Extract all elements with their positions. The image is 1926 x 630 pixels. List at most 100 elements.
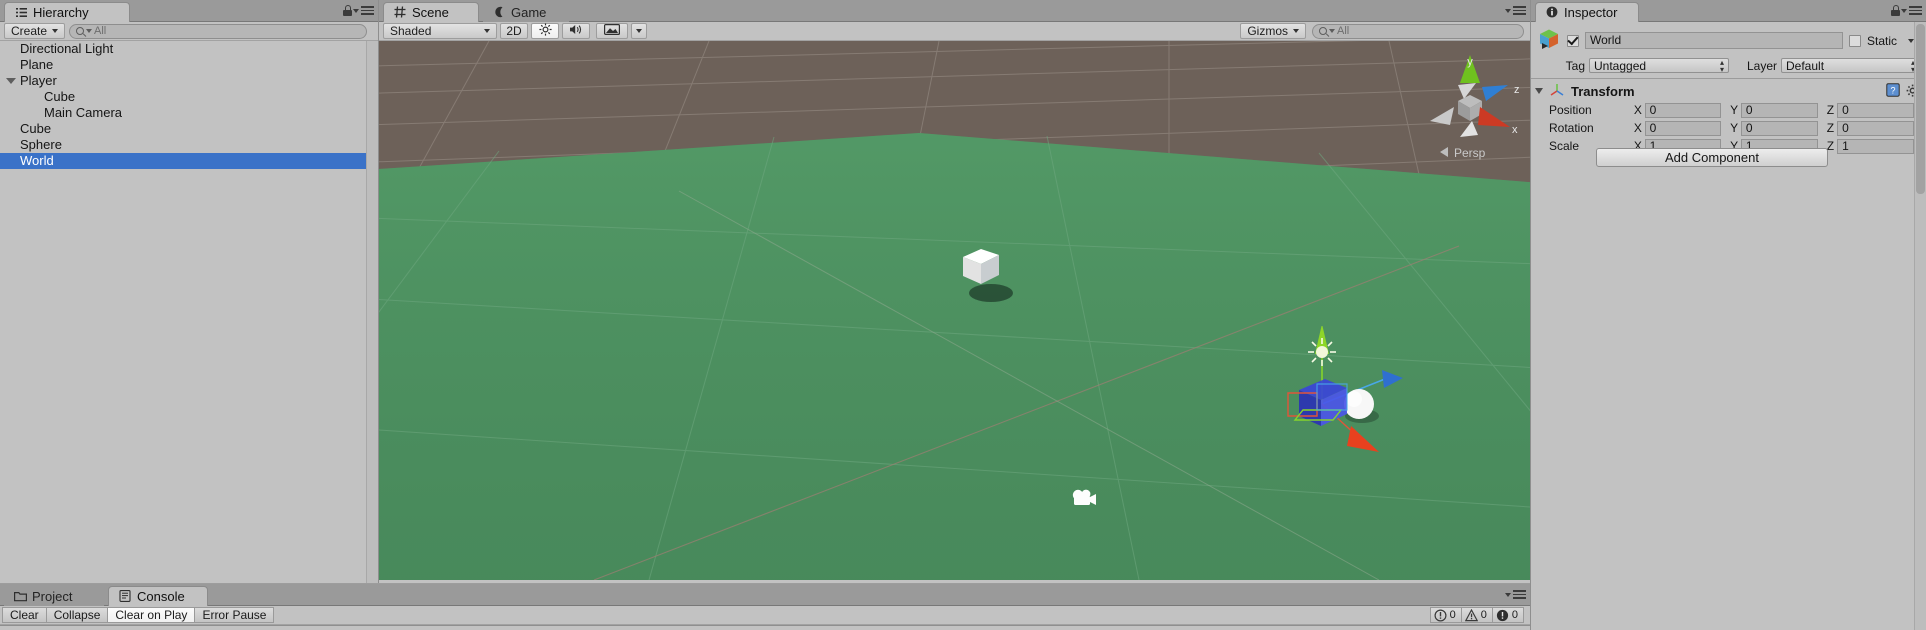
static-checkbox[interactable] — [1848, 34, 1861, 47]
tag-dropdown[interactable]: Untagged ▴ ▾ — [1589, 58, 1729, 73]
scene-inspector-splitter[interactable] — [1530, 0, 1531, 630]
hierarchy-item-cube[interactable]: Cube — [0, 89, 366, 105]
axis-label-z: z — [1514, 84, 1520, 96]
transform-axis-icon — [1549, 82, 1565, 101]
transform-scale-z-input[interactable]: 1 — [1837, 138, 1914, 154]
main-camera-gizmo[interactable] — [1069, 486, 1103, 512]
hierarchy-item-sphere[interactable]: Sphere — [0, 137, 366, 153]
console-error-pause-button[interactable]: Error Pause — [194, 607, 275, 623]
hierarchy-item-player[interactable]: Player — [0, 73, 366, 89]
tab-hierarchy-label: Hierarchy — [33, 5, 89, 20]
updown-chevron-icon: ▴ ▾ — [1719, 57, 1724, 74]
triangle-down-icon[interactable] — [1535, 88, 1543, 94]
scene-audio-toggle[interactable] — [562, 23, 590, 39]
chevron-down-icon — [484, 29, 490, 33]
inspector-panel: Inspector World Static Tag Untagged ▴ ▾ … — [1531, 0, 1926, 630]
console-collapse-button[interactable]: Collapse — [45, 607, 108, 623]
tab-project[interactable]: Project — [4, 586, 104, 606]
hierarchy-scene-splitter[interactable] — [378, 0, 379, 583]
gizmos-dropdown[interactable]: Gizmos — [1240, 23, 1306, 39]
transform-rotation-z-input[interactable]: 0 — [1837, 120, 1914, 136]
axis-label-x: x — [1512, 124, 1518, 136]
scene-fx-toggle[interactable] — [596, 23, 628, 39]
console-counter-warning-triangle[interactable]: 0 — [1460, 607, 1492, 623]
transform-position-z-input[interactable]: 0 — [1837, 102, 1914, 118]
search-filter-chevron-icon — [1329, 29, 1335, 33]
hierarchy-item-label: Player — [20, 73, 57, 88]
tag-layer-row: Tag Untagged ▴ ▾ Layer Default ▴ ▾ — [1531, 56, 1926, 77]
scene-tabbar: Scene Game — [379, 0, 1530, 22]
scene-search-input[interactable]: All — [1312, 23, 1524, 39]
inspector-scrollbar-thumb[interactable] — [1916, 24, 1925, 194]
hamburger-menu-icon — [361, 6, 374, 15]
transform-component: Transform ? Position X 0 Y 0 Z 0 Rotatio… — [1531, 79, 1926, 154]
console-log-area[interactable] — [0, 625, 1530, 630]
hierarchy-search-placeholder: All — [94, 25, 107, 37]
hierarchy-item-directional-light[interactable]: Directional Light — [0, 41, 366, 57]
hierarchy-search-input[interactable]: All — [69, 23, 368, 39]
hierarchy-item-world[interactable]: World — [0, 153, 366, 169]
projection-label: Persp — [1454, 146, 1486, 160]
transform-position-x-input[interactable]: 0 — [1644, 102, 1722, 118]
triangle-down-icon[interactable] — [6, 78, 16, 84]
hierarchy-list[interactable]: Directional Light Plane Player Cube Main Cam… — [0, 41, 366, 583]
scene-console-splitter[interactable] — [0, 583, 1530, 584]
scene-axis-gizmo[interactable]: y z x Persp — [1414, 51, 1524, 171]
console-buttons: Clear Collapse Clear on Play Error Pause — [2, 607, 275, 623]
hierarchy-item-plane[interactable]: Plane — [0, 57, 366, 73]
transform-header[interactable]: Transform ? — [1535, 82, 1920, 100]
gameobject-name-input[interactable]: World — [1585, 32, 1843, 49]
tab-inspector[interactable]: Inspector — [1535, 2, 1639, 22]
white-cube[interactable] — [955, 243, 1025, 305]
scene-fx-dropdown[interactable] — [631, 23, 647, 39]
scene-toolbar: Shaded 2D Gizmos All — [379, 22, 1530, 41]
draw-mode-dropdown[interactable]: Shaded — [383, 23, 497, 39]
tab-hierarchy[interactable]: Hierarchy — [4, 2, 130, 22]
directional-light-gizmo — [1308, 338, 1336, 366]
unity-editor-window: Hierarchy Create All Directional Light P… — [0, 0, 1926, 630]
axis-label-x: X — [1633, 103, 1642, 117]
gamepad-icon — [493, 6, 506, 19]
hierarchy-item-label: Main Camera — [44, 105, 123, 120]
axis-label-z: Z — [1826, 121, 1835, 135]
toggle-2d-button[interactable]: 2D — [500, 23, 528, 39]
help-book-icon[interactable]: ? — [1886, 82, 1900, 100]
hierarchy-item-cube[interactable]: Cube — [0, 121, 366, 137]
hierarchy-item-main-camera[interactable]: Main Camera — [0, 105, 366, 121]
console-counter-error-circle[interactable]: 0 — [1491, 607, 1524, 623]
selected-object-cluster[interactable] — [1239, 326, 1449, 466]
axis-label-x: X — [1633, 121, 1642, 135]
scene-lighting-toggle[interactable] — [531, 23, 559, 39]
tab-scene[interactable]: Scene — [383, 2, 479, 22]
scene-menu-button[interactable] — [1505, 6, 1526, 15]
gameobject-enabled-checkbox[interactable] — [1567, 34, 1579, 47]
axis-label-z: Z — [1826, 103, 1835, 117]
console-clear-on-play-button[interactable]: Clear on Play — [107, 607, 195, 623]
folder-icon — [14, 590, 27, 603]
tab-console[interactable]: Console — [108, 586, 208, 606]
transform-title: Transform — [1571, 83, 1635, 99]
scene-viewport[interactable]: y z x Persp — [379, 41, 1530, 580]
hierarchy-item-label: Cube — [20, 121, 52, 136]
lock-icon[interactable] — [1891, 5, 1900, 16]
transform-rotation-x-input[interactable]: 0 — [1644, 120, 1722, 136]
console-counter-info-circle[interactable]: 0 — [1429, 607, 1461, 623]
inspector-scrollbar[interactable] — [1914, 22, 1926, 630]
inspector-tabbar: Inspector — [1531, 0, 1926, 22]
hierarchy-item-label: Cube — [44, 89, 76, 104]
hierarchy-scrollbar[interactable] — [366, 41, 378, 583]
speaker-icon — [569, 23, 583, 39]
tab-game[interactable]: Game — [483, 2, 569, 22]
blue-cube — [1299, 379, 1347, 426]
inspector-menu-button[interactable] — [1901, 6, 1922, 15]
hierarchy-menu-button[interactable] — [353, 6, 374, 15]
transform-position-y-input[interactable]: 0 — [1740, 102, 1818, 118]
lock-icon[interactable] — [343, 5, 352, 16]
hamburger-menu-icon — [1513, 590, 1526, 599]
transform-rotation-y-input[interactable]: 0 — [1740, 120, 1818, 136]
create-button[interactable]: Create — [4, 23, 66, 39]
console-menu-button[interactable] — [1505, 590, 1526, 599]
console-clear-button[interactable]: Clear — [2, 607, 46, 623]
add-component-button[interactable]: Add Component — [1596, 148, 1828, 167]
layer-dropdown[interactable]: Default ▴ ▾ — [1781, 58, 1920, 73]
